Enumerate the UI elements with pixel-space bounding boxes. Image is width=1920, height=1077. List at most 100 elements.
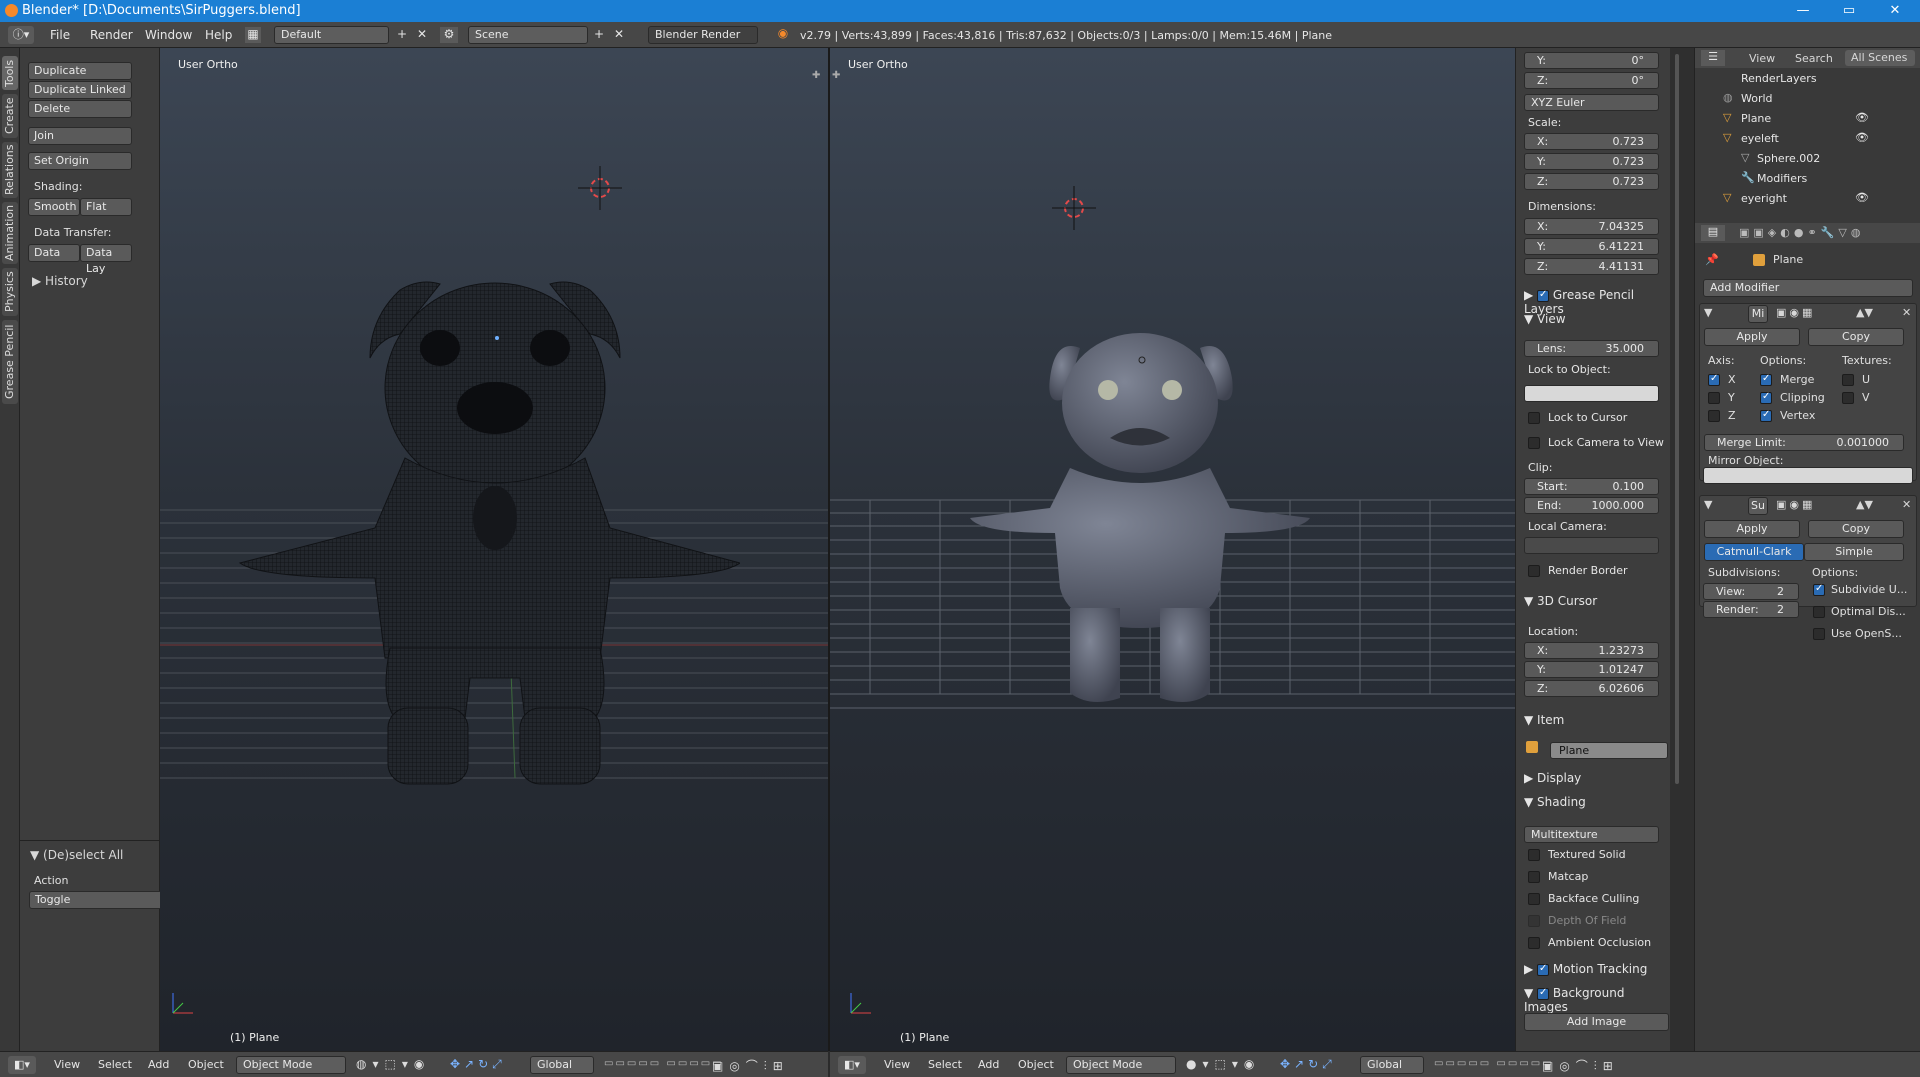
mirror-apply-button[interactable]: Apply: [1704, 328, 1800, 346]
menu-window[interactable]: Window: [145, 28, 192, 42]
tab-grease-pencil[interactable]: Grease Pencil: [2, 320, 18, 404]
menu-select[interactable]: Select: [98, 1058, 132, 1071]
subdiv-view-field[interactable]: View: 2: [1703, 583, 1799, 600]
duplicate-linked-button[interactable]: Duplicate Linked: [28, 81, 132, 99]
clipping-checkbox[interactable]: [1760, 391, 1772, 404]
clip-end-field[interactable]: End: 1000.000: [1524, 497, 1659, 514]
data-layers-button[interactable]: Data Lay: [80, 244, 132, 275]
merge-limit-field[interactable]: Merge Limit: 0.001000: [1704, 434, 1904, 451]
outliner-row-sphere[interactable]: ▽ Sphere.002: [1695, 150, 1920, 170]
menu-file[interactable]: File: [50, 28, 70, 42]
tab-create[interactable]: Create: [2, 94, 18, 138]
move-up-down-icon[interactable]: ▲▼: [1856, 498, 1873, 511]
catmull-clark-button[interactable]: Catmull-Clark: [1704, 543, 1804, 561]
scale-y-field[interactable]: Y: 0.723: [1524, 153, 1659, 170]
snap-proportional-icons[interactable]: ▣◎⌒⫶⊞: [712, 1057, 789, 1074]
outliner-row-renderlayers[interactable]: RenderLayers: [1695, 70, 1920, 90]
modifier-display-toggles[interactable]: ▣◉▦: [1776, 498, 1815, 511]
remove-layout-icon[interactable]: ✕: [415, 27, 429, 41]
manipulator-icons[interactable]: ✥↗↻⤢: [1280, 1057, 1336, 1072]
remove-scene-icon[interactable]: ✕: [612, 27, 626, 41]
menu-select[interactable]: Select: [928, 1058, 962, 1071]
outliner-scope-dropdown[interactable]: All Scenes: [1845, 50, 1915, 66]
rotation-z-field[interactable]: Z: 0°: [1524, 72, 1659, 89]
subsurf-copy-button[interactable]: Copy: [1808, 520, 1904, 538]
shading-pivot-icons[interactable]: ◍▾⬚▾◉: [356, 1057, 430, 1071]
ambient-occlusion-checkbox[interactable]: [1528, 937, 1540, 949]
layer-buttons[interactable]: ▭▭▭▭▭ ▭▭▭▭▭: [1434, 1058, 1554, 1069]
render-border-checkbox[interactable]: [1528, 565, 1540, 577]
duplicate-button[interactable]: Duplicate: [28, 62, 132, 80]
lock-camera-checkbox[interactable]: [1528, 437, 1540, 449]
scale-z-field[interactable]: Z: 0.723: [1524, 173, 1659, 190]
render-engine-selector[interactable]: Blender Render: [648, 26, 758, 44]
data-button[interactable]: Data: [28, 244, 80, 262]
set-origin-button[interactable]: Set Origin: [28, 152, 132, 170]
subsurf-apply-button[interactable]: Apply: [1704, 520, 1800, 538]
operator-panel-header[interactable]: ▼ (De)select All: [30, 848, 123, 862]
cursor-y-field[interactable]: Y: 1.01247: [1524, 661, 1659, 678]
visibility-eye-icon[interactable]: 👁: [1855, 191, 1869, 204]
mode-selector[interactable]: Object Mode: [1066, 1056, 1176, 1074]
shading-panel-header[interactable]: ▼ Shading: [1524, 795, 1586, 809]
background-images-header[interactable]: ▼ Background Images: [1524, 986, 1670, 1014]
local-camera-field[interactable]: [1524, 537, 1659, 554]
dimension-y-field[interactable]: Y: 6.41221: [1524, 238, 1659, 255]
texture-u-checkbox[interactable]: [1842, 374, 1854, 386]
move-up-down-icon[interactable]: ▲▼: [1856, 306, 1873, 319]
remove-modifier-icon[interactable]: ✕: [1902, 498, 1911, 511]
vertex-checkbox[interactable]: [1760, 409, 1772, 422]
dimension-z-field[interactable]: Z: 4.41131: [1524, 258, 1659, 275]
outliner-row-world[interactable]: ◍ World: [1695, 90, 1920, 110]
matcap-checkbox[interactable]: [1528, 871, 1540, 883]
add-image-button[interactable]: Add Image: [1524, 1013, 1669, 1031]
display-panel-header[interactable]: ▶ Display: [1524, 771, 1581, 785]
menu-add[interactable]: Add: [148, 1058, 169, 1071]
maximize-button[interactable]: ▭: [1826, 0, 1872, 22]
shading-mode-dropdown[interactable]: Multitexture: [1524, 826, 1659, 843]
outliner-view-menu[interactable]: View: [1749, 52, 1775, 65]
visibility-eye-icon[interactable]: 👁: [1855, 131, 1869, 144]
transform-orientation-dropdown[interactable]: Global: [530, 1056, 594, 1074]
dimension-x-field[interactable]: X: 7.04325: [1524, 218, 1659, 235]
motion-tracking-checkbox[interactable]: [1537, 963, 1550, 976]
visibility-eye-icon[interactable]: 👁: [1855, 111, 1869, 124]
subdiv-render-field[interactable]: Render: 2: [1703, 601, 1799, 618]
outliner-row-eyeright[interactable]: ▽ eyeright 👁: [1695, 190, 1920, 210]
pin-icon[interactable]: 📌: [1705, 253, 1719, 266]
history-panel-header[interactable]: ▶ History: [32, 274, 88, 288]
add-layout-icon[interactable]: +: [395, 27, 409, 41]
clip-start-field[interactable]: Start: 0.100: [1524, 478, 1659, 495]
screen-layout-icon[interactable]: ▦: [245, 27, 261, 43]
menu-object[interactable]: Object: [188, 1058, 224, 1071]
subsurf-modifier-name[interactable]: Su: [1748, 497, 1768, 515]
menu-object[interactable]: Object: [1018, 1058, 1054, 1071]
tab-tools[interactable]: Tools: [2, 56, 18, 90]
viewport-left[interactable]: User Ortho (1) Plane ✚: [160, 48, 828, 1051]
outliner-row-plane[interactable]: ▽ Plane 👁: [1695, 110, 1920, 130]
scale-x-field[interactable]: X: 0.723: [1524, 133, 1659, 150]
minimize-button[interactable]: —: [1780, 0, 1826, 22]
scene-selector[interactable]: Scene: [468, 26, 588, 44]
editor-type-icon[interactable]: ⓘ▾: [8, 26, 34, 44]
depth-of-field-checkbox[interactable]: [1528, 915, 1540, 927]
delete-button[interactable]: Delete: [28, 100, 132, 118]
action-dropdown[interactable]: Toggle: [29, 891, 169, 909]
context-tabs-icons[interactable]: ▣▣◈◐●⚭🔧▽◍: [1739, 226, 1864, 239]
use-opensubdiv-checkbox[interactable]: [1813, 628, 1825, 640]
viewport-right[interactable]: User Ortho ✚ (1) Plane: [830, 48, 1515, 1051]
tab-physics[interactable]: Physics: [2, 268, 18, 316]
add-modifier-dropdown[interactable]: Add Modifier: [1703, 279, 1913, 297]
textured-solid-checkbox[interactable]: [1528, 849, 1540, 861]
axis-y-checkbox[interactable]: [1708, 392, 1720, 404]
texture-v-checkbox[interactable]: [1842, 392, 1854, 404]
outliner-search-menu[interactable]: Search: [1795, 52, 1833, 65]
add-scene-icon[interactable]: +: [592, 27, 606, 41]
properties-editor-icon[interactable]: ▤: [1701, 225, 1725, 241]
split-corner-icon[interactable]: ✚: [812, 70, 820, 81]
mirror-object-field[interactable]: [1703, 467, 1913, 484]
optimal-display-checkbox[interactable]: [1813, 606, 1825, 618]
menu-render[interactable]: Render: [90, 28, 133, 42]
lock-object-field[interactable]: [1524, 385, 1659, 402]
menu-help[interactable]: Help: [205, 28, 232, 42]
